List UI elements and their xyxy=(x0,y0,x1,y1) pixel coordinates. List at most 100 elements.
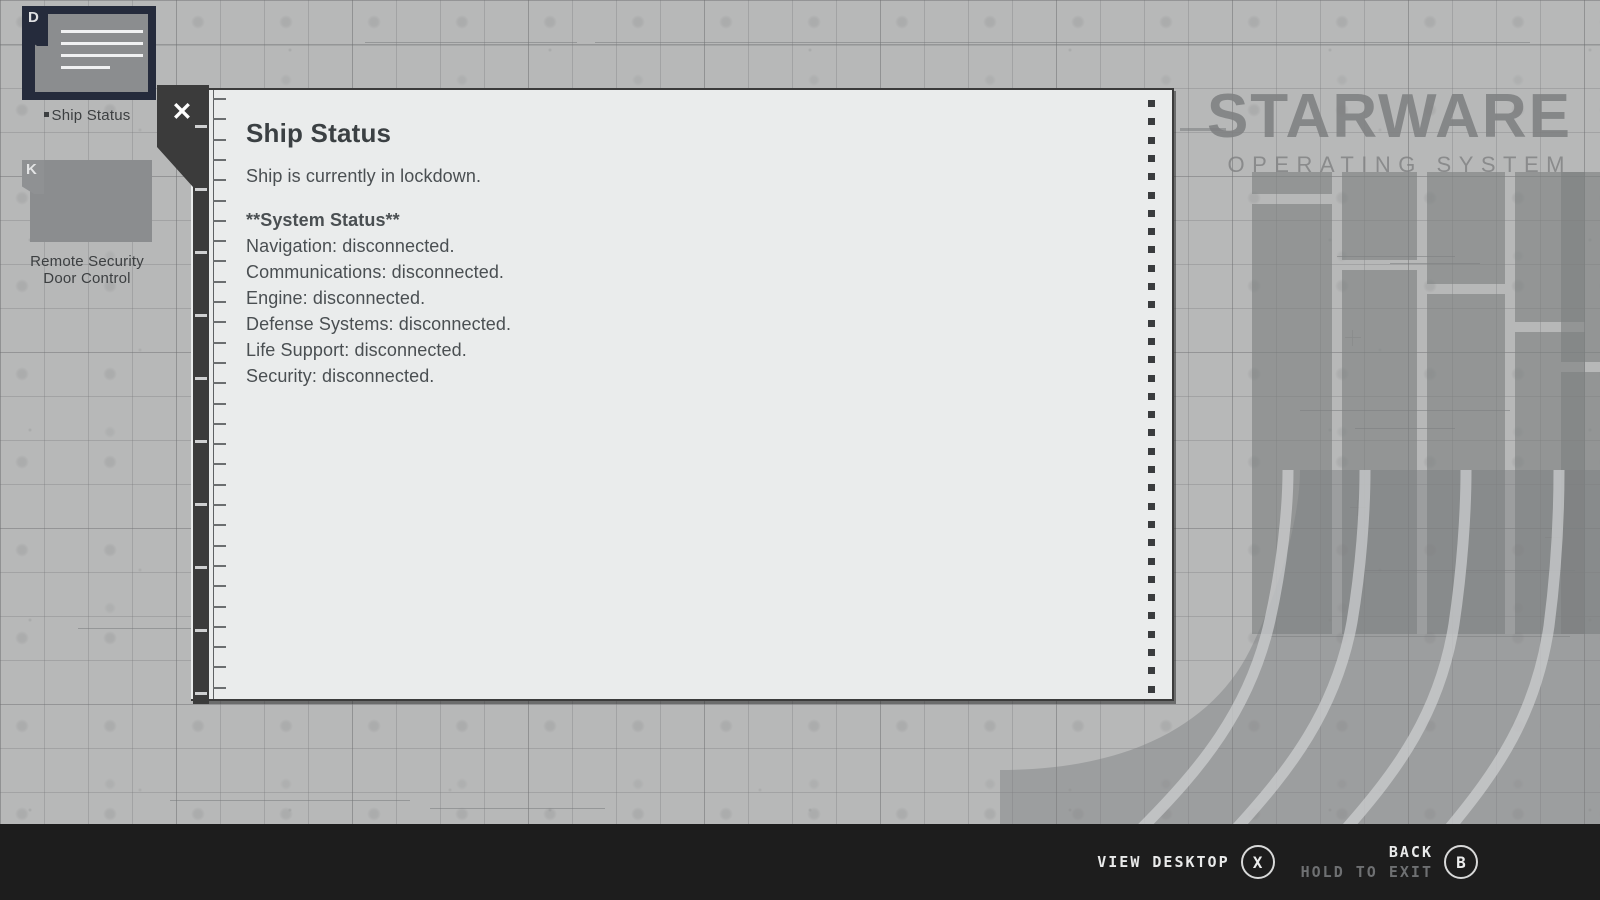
sidebar-tick xyxy=(195,251,207,254)
page-tick xyxy=(213,463,226,466)
page-tick xyxy=(213,544,226,547)
page-tick xyxy=(213,240,226,243)
page-tick xyxy=(213,260,226,263)
page-title: Ship Status xyxy=(246,118,392,148)
bottom-hud-bar: VIEW DESKTOP X BACK HOLD TO EXIT B xyxy=(0,824,1600,900)
perforation xyxy=(1148,191,1155,199)
perforation xyxy=(1148,466,1155,473)
page-perforations xyxy=(1148,100,1156,696)
page-tick xyxy=(213,199,226,202)
hud-primary-label: BACK xyxy=(1388,843,1433,861)
perforation xyxy=(1148,337,1155,345)
desktop-icon-label-text: Ship Status xyxy=(51,107,131,124)
perforation xyxy=(1148,429,1155,437)
perforation xyxy=(1148,575,1155,583)
brand-tagline: OPERATING SYSTEM xyxy=(1227,151,1572,177)
document-section-heading: **System Status** xyxy=(246,210,400,230)
page-tick xyxy=(213,158,226,161)
page-tick xyxy=(213,341,226,344)
perforation xyxy=(1148,594,1155,602)
status-line: Navigation: disconnected. xyxy=(246,236,455,256)
perforation xyxy=(1148,118,1155,126)
status-line: Life Support: disconnected. xyxy=(246,340,467,360)
perforation xyxy=(1148,539,1155,547)
decor-rule xyxy=(365,42,577,43)
status-line: Defense Systems: disconnected. xyxy=(246,314,512,334)
gamepad-b-button-icon[interactable]: B xyxy=(1444,845,1478,879)
sidebar-tick xyxy=(195,314,207,317)
desktop-icon-ship-status[interactable]: D Ship Status xyxy=(12,6,162,124)
sidebar-tick xyxy=(195,566,207,569)
page-tick xyxy=(213,179,226,182)
perforation xyxy=(1148,447,1155,455)
perforation xyxy=(1148,173,1155,181)
status-line: Communications: disconnected. xyxy=(246,262,505,282)
icon-document-body xyxy=(30,160,152,242)
page-tick xyxy=(213,301,226,303)
page-tick xyxy=(213,361,226,364)
page-tick xyxy=(213,483,226,486)
system-status-list: Navigation: disconnected. Communications:… xyxy=(246,233,1092,389)
status-line: Security: disconnected. xyxy=(246,366,435,386)
document-page: Ship Status Ship is currently in lockdow… xyxy=(191,88,1174,701)
hud-action-view-desktop[interactable]: VIEW DESKTOP X xyxy=(1097,845,1275,879)
hud-label-group: BACK HOLD TO EXIT xyxy=(1301,843,1433,881)
page-tick xyxy=(213,219,226,222)
perforation xyxy=(1148,228,1155,236)
hud-action-back[interactable]: BACK HOLD TO EXIT B xyxy=(1301,843,1478,881)
sidebar-tick xyxy=(195,188,207,191)
icon-text-lines xyxy=(61,30,143,78)
brand-name: STARWARE xyxy=(1206,82,1572,151)
starware-branding: STARWARE OPERATING SYSTEM xyxy=(1206,82,1572,178)
page-tick xyxy=(213,605,226,608)
status-line: Engine: disconnected. xyxy=(246,288,426,308)
ship-status-icon: D xyxy=(22,6,156,100)
desktop-icon-remote-security-door-control[interactable]: K Remote Security Door Control xyxy=(12,158,162,287)
page-tick xyxy=(213,443,226,446)
desktop-icon-label-line2: Door Control xyxy=(43,270,131,287)
perforation xyxy=(1148,411,1155,419)
decor-rule xyxy=(430,808,605,809)
perforation xyxy=(1148,630,1155,638)
page-tick xyxy=(213,686,226,689)
perforation xyxy=(1148,209,1155,217)
sidebar-tick xyxy=(195,503,207,506)
page-tick xyxy=(213,118,226,121)
sidebar-tick-marks xyxy=(193,125,209,695)
page-tick xyxy=(213,625,226,628)
selection-bullet-icon xyxy=(43,111,49,117)
perforation xyxy=(1148,392,1155,400)
document-lead: Ship is currently in lockdown. xyxy=(246,166,482,186)
desktop-icon-label: Remote Security Door Control xyxy=(12,253,162,287)
page-tick-marks xyxy=(213,98,229,698)
sidebar-tick xyxy=(195,629,207,632)
hud-actions: VIEW DESKTOP X BACK HOLD TO EXIT B xyxy=(1097,824,1478,900)
close-icon[interactable]: ✕ xyxy=(167,97,197,127)
page-tick xyxy=(213,402,226,405)
page-tick xyxy=(213,422,226,425)
perforation xyxy=(1148,685,1155,693)
perforation xyxy=(1148,283,1155,290)
perforation xyxy=(1148,246,1155,254)
remote-security-door-control-icon: K xyxy=(22,158,152,246)
page-tick xyxy=(213,321,226,324)
perforation xyxy=(1148,502,1155,510)
perforation xyxy=(1148,557,1155,565)
starware-os-screen: STARWARE OPERATING SYSTEM D Ship Status xyxy=(0,0,1600,900)
page-tick xyxy=(213,585,226,588)
hud-secondary-label: HOLD TO EXIT xyxy=(1300,863,1433,881)
document-content: Ship Status Ship is currently in lockdow… xyxy=(246,118,1092,389)
sidebar-tick xyxy=(195,377,207,380)
perforation xyxy=(1148,612,1155,620)
decor-rule xyxy=(170,800,410,801)
perforation xyxy=(1148,136,1155,144)
page-tick xyxy=(213,98,226,100)
perforation xyxy=(1148,356,1155,364)
page-tick xyxy=(213,524,226,527)
perforation xyxy=(1148,319,1155,327)
page-tick xyxy=(213,280,226,283)
gamepad-x-button-icon[interactable]: X xyxy=(1240,845,1275,879)
perforation xyxy=(1148,520,1155,528)
page-tick xyxy=(213,504,226,506)
page-tick xyxy=(213,666,226,669)
